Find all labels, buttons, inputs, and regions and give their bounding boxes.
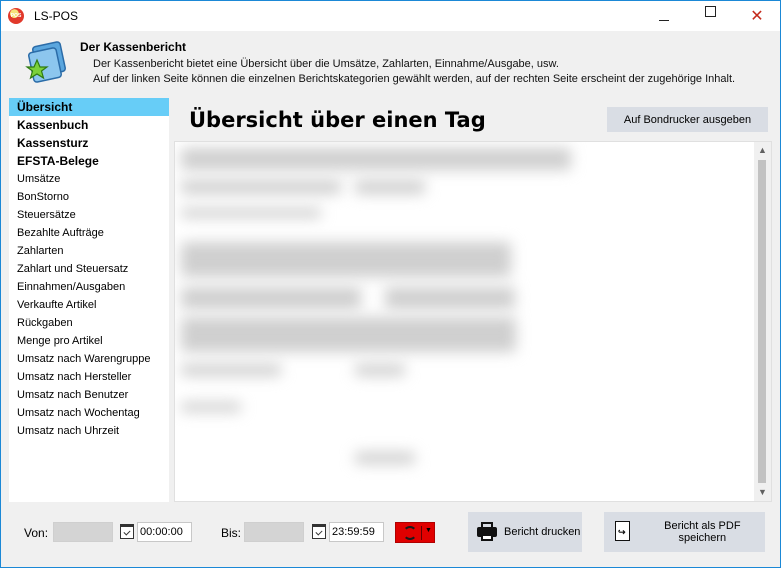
sidebar-item[interactable]: Umsatz nach Hersteller: [9, 368, 169, 386]
sidebar-item[interactable]: Umsatz nach Benutzer: [9, 386, 169, 404]
sidebar-item[interactable]: Rückgaben: [9, 314, 169, 332]
blurred-content: [181, 180, 341, 194]
close-icon: ✕: [750, 8, 764, 25]
blurred-content: [181, 364, 281, 376]
sidebar-item[interactable]: Umsatz nach Warengruppe: [9, 350, 169, 368]
vertical-scrollbar[interactable]: ▲ ▼: [754, 142, 771, 501]
sidebar-item[interactable]: Umsätze: [9, 170, 169, 188]
blurred-content: [355, 452, 415, 464]
sidebar-item[interactable]: Umsatz nach Wochentag: [9, 404, 169, 422]
app-window: POS LS-POS ✕ Der Kassenbericht Der Kasse…: [0, 0, 781, 568]
print-to-receipt-printer-button[interactable]: Auf Bondrucker ausgeben: [607, 107, 768, 132]
from-date-field[interactable]: [53, 522, 113, 542]
header-description-line2: Auf der linken Seite können die einzelne…: [93, 73, 736, 85]
refresh-separator: [421, 526, 422, 540]
sidebar-item[interactable]: Kassenbuch: [9, 116, 169, 134]
header-description-line1: Der Kassenbericht bietet eine Übersicht …: [93, 58, 559, 70]
sidebar-item[interactable]: Verkaufte Artikel: [9, 296, 169, 314]
blurred-content: [181, 242, 511, 277]
close-button[interactable]: ✕: [734, 1, 780, 31]
sidebar-item[interactable]: Zahlarten: [9, 242, 169, 260]
pdf-icon: ↪: [612, 521, 634, 543]
title-bar[interactable]: POS LS-POS ✕: [1, 1, 780, 31]
blurred-content: [355, 180, 425, 194]
blurred-content: [181, 287, 361, 309]
report-content[interactable]: ▲ ▼: [174, 141, 772, 502]
chevron-down-icon[interactable]: ▼: [425, 527, 432, 534]
window-title: LS-POS: [34, 9, 79, 23]
sidebar-item[interactable]: Bezahlte Aufträge: [9, 224, 169, 242]
scroll-up-icon[interactable]: ▲: [754, 142, 771, 159]
report-star-icon: [25, 41, 67, 83]
sidebar-item[interactable]: EFSTA-Belege: [9, 152, 169, 170]
sidebar-item[interactable]: Steuersätze: [9, 206, 169, 224]
print-report-label: Bericht drucken: [504, 526, 581, 538]
minimize-icon: [659, 19, 669, 21]
blurred-content: [181, 317, 516, 352]
minimize-button[interactable]: [641, 1, 687, 31]
report-panel: Übersicht über einen Tag Auf Bondrucker …: [173, 98, 774, 502]
save-pdf-button[interactable]: ↪ Bericht als PDF speichern: [604, 512, 765, 552]
from-calendar-icon[interactable]: [120, 524, 134, 539]
report-header: Der Kassenbericht Der Kassenbericht biet…: [9, 32, 773, 94]
save-pdf-label: Bericht als PDF speichern: [664, 520, 741, 544]
maximize-icon: [704, 5, 716, 17]
scroll-thumb[interactable]: [758, 160, 766, 483]
to-time-field[interactable]: 23:59:59: [329, 522, 384, 542]
scroll-down-icon[interactable]: ▼: [754, 484, 771, 501]
printer-icon: [476, 521, 498, 543]
blurred-content: [385, 287, 515, 309]
sidebar-item[interactable]: Einnahmen/Ausgaben: [9, 278, 169, 296]
sidebar-item[interactable]: Zahlart und Steuersatz: [9, 260, 169, 278]
header-title: Der Kassenbericht: [80, 40, 187, 54]
blurred-content: [181, 208, 321, 218]
refresh-icon: [403, 526, 417, 540]
sidebar-item[interactable]: Übersicht: [9, 98, 169, 116]
to-calendar-icon[interactable]: [312, 524, 326, 539]
sidebar-item[interactable]: Umsatz nach Uhrzeit: [9, 422, 169, 440]
sidebar-item[interactable]: BonStorno: [9, 188, 169, 206]
print-report-button[interactable]: Bericht drucken: [468, 512, 582, 552]
from-label: Von:: [24, 526, 49, 540]
refresh-button[interactable]: ▼: [395, 522, 435, 543]
blurred-content: [181, 402, 241, 412]
to-date-field[interactable]: [244, 522, 304, 542]
sidebar-item[interactable]: Menge pro Artikel: [9, 332, 169, 350]
blurred-content: [355, 364, 405, 376]
report-title: Übersicht über einen Tag: [189, 108, 486, 132]
app-logo-icon: POS: [8, 8, 24, 24]
bottom-toolbar: Von: 00:00:00 Bis: 23:59:59 ▼ Bericht dr…: [9, 506, 773, 561]
sidebar-item[interactable]: Kassensturz: [9, 134, 169, 152]
to-label: Bis:: [221, 526, 242, 540]
report-category-list[interactable]: Übersicht Kassenbuch Kassensturz EFSTA-Bele…: [9, 98, 169, 502]
from-time-field[interactable]: 00:00:00: [137, 522, 192, 542]
blurred-content: [181, 148, 571, 170]
maximize-button[interactable]: [687, 1, 733, 31]
